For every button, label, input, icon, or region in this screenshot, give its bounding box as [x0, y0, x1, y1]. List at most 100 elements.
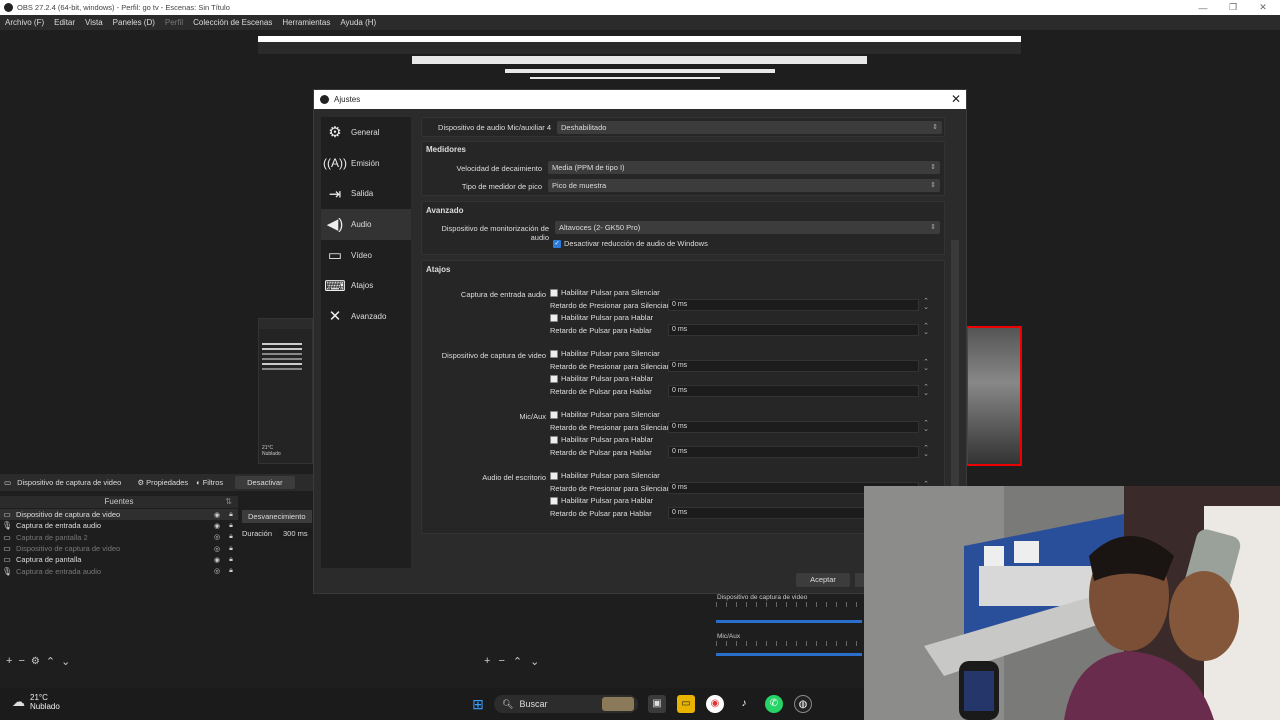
spinner-icon[interactable]: ⌃⌄ — [920, 298, 932, 311]
fade-select[interactable]: Desvanecimiento — [242, 510, 312, 523]
lock-icon[interactable]: 🔒︎ — [224, 556, 238, 564]
enable-talk-checkbox[interactable]: Habilitar Pulsar para Hablar — [550, 496, 653, 505]
list-item[interactable]: ▭ Dispositivo de captura de video ◉ 🔒︎ — [0, 509, 238, 521]
enable-talk-checkbox[interactable]: Habilitar Pulsar para Hablar — [550, 435, 653, 444]
talk-delay-input[interactable]: 0 ms ⌃⌄ — [668, 323, 929, 336]
nav-audio[interactable]: ◀) Audio — [321, 209, 411, 240]
menu-scene-collection[interactable]: Colección de Escenas — [188, 18, 277, 27]
add-icon[interactable]: + — [484, 655, 490, 667]
close-window-button[interactable]: ✕ — [1248, 0, 1278, 15]
move-up-icon[interactable]: ⌃ — [513, 655, 522, 668]
duration-input[interactable]: 300 ms — [279, 528, 312, 539]
spinner-icon[interactable]: ⌃⌄ — [920, 420, 932, 433]
mute-delay-input[interactable]: 0 ms ⌃⌄ — [668, 359, 929, 372]
spinner-icon[interactable]: ⌃⌄ — [920, 359, 932, 372]
list-item[interactable]: 🎙︎ Captura de entrada audio ◎ 🔒︎ — [0, 565, 238, 576]
close-icon[interactable]: ✕ — [951, 92, 961, 106]
filters-button[interactable]: ◐ Filtros — [192, 478, 227, 487]
nav-label: Emisión — [351, 158, 380, 168]
enable-mute-checkbox[interactable]: Habilitar Pulsar para Silenciar — [550, 288, 660, 297]
windows-start-icon[interactable]: ⊞ — [469, 695, 487, 713]
enable-talk-checkbox[interactable]: Habilitar Pulsar para Hablar — [550, 313, 653, 322]
sources-header-label: Fuentes — [104, 497, 134, 506]
mute-delay-input[interactable]: 0 ms ⌃⌄ — [668, 420, 929, 433]
deactivate-button[interactable]: Desactivar — [235, 476, 295, 489]
menu-edit[interactable]: Editar — [49, 18, 80, 27]
app-titlebar: OBS 27.2.4 (64-bit, windows) - Perfil: g… — [0, 0, 1280, 15]
lock-icon[interactable]: 🔒︎ — [224, 522, 238, 530]
peak-select[interactable]: Pico de muestra ⇕ — [548, 179, 940, 192]
weather-widget[interactable]: ☁ 21°C Nublado — [12, 693, 60, 711]
nav-hotkeys[interactable]: ⌨ Atajos — [321, 270, 411, 301]
minimize-button[interactable]: — — [1188, 0, 1218, 15]
eye-icon[interactable]: ◉ — [210, 511, 224, 519]
source-name: Captura de pantalla 2 — [16, 532, 88, 542]
mic-aux4-select[interactable]: Deshabilitado ⇕ — [557, 121, 942, 134]
taskbar-search[interactable]: 🔍︎ Buscar — [494, 695, 638, 713]
add-icon[interactable]: + — [6, 655, 12, 667]
remove-icon[interactable]: − — [18, 655, 24, 667]
lock-icon[interactable]: 🔒︎ — [224, 545, 238, 553]
properties-button[interactable]: ⚙ Propiedades — [133, 478, 192, 487]
spinner-icon[interactable]: ⌃⌄ — [920, 384, 932, 397]
move-up-icon[interactable]: ⌃ — [46, 655, 55, 668]
remove-icon[interactable]: − — [498, 655, 504, 667]
menu-help[interactable]: Ayuda (H) — [335, 18, 381, 27]
lock-icon[interactable]: 🔒︎ — [224, 511, 238, 519]
list-item[interactable]: ▭ Captura de pantalla 2 ◎ 🔒︎ — [0, 532, 238, 543]
menu-tools[interactable]: Herramientas — [277, 18, 335, 27]
gear-icon[interactable]: ⚙ — [31, 656, 40, 667]
nav-stream[interactable]: ((A)) Emisión — [321, 148, 411, 179]
spinner-icon[interactable]: ⌃⌄ — [920, 445, 932, 458]
tiktok-icon[interactable]: ♪ — [735, 695, 753, 713]
enable-mute-checkbox[interactable]: Habilitar Pulsar para Silenciar — [550, 471, 660, 480]
move-down-icon[interactable]: ⌄ — [530, 655, 539, 668]
menu-view[interactable]: Vista — [80, 18, 108, 27]
eye-icon[interactable]: ◉ — [210, 556, 224, 564]
lock-icon[interactable]: 🔒︎ — [224, 567, 238, 575]
volume-slider[interactable] — [716, 653, 862, 656]
duration-label: Duración — [242, 529, 273, 538]
monitor-device-select[interactable]: Altavoces (2- GK50 Pro) ⇕ — [555, 221, 940, 234]
talk-delay-input[interactable]: 0 ms ⌃⌄ — [668, 384, 929, 397]
eye-hidden-icon[interactable]: ◎ — [210, 567, 224, 575]
lock-icon[interactable]: 🔒︎ — [224, 533, 238, 541]
nav-output[interactable]: ⇥ Salida — [321, 178, 411, 209]
transitions-panel: Desvanecimiento Duración 300 ms — [242, 510, 312, 544]
talk-delay-input[interactable]: 0 ms ⌃⌄ — [668, 445, 929, 458]
eye-hidden-icon[interactable]: ◎ — [210, 533, 224, 541]
decay-select[interactable]: Media (PPM de tipo I) ⇕ — [548, 161, 940, 174]
menu-docks[interactable]: Paneles (D) — [108, 18, 160, 27]
preview-camera-source[interactable] — [966, 326, 1022, 466]
eye-icon[interactable]: ◉ — [210, 522, 224, 530]
enable-mute-checkbox[interactable]: Habilitar Pulsar para Silenciar — [550, 410, 660, 419]
nav-advanced[interactable]: ✕ Avanzado — [321, 301, 411, 332]
nav-label: General — [351, 127, 380, 137]
spinner-icon[interactable]: ⌃⌄ — [920, 323, 932, 336]
list-item[interactable]: 🎙︎ Captura de entrada audio ◉ 🔒︎ — [0, 520, 238, 531]
enable-talk-checkbox[interactable]: Habilitar Pulsar para Hablar — [550, 374, 653, 383]
gear-icon: ⚙ — [328, 124, 342, 142]
enable-mute-checkbox[interactable]: Habilitar Pulsar para Silenciar — [550, 349, 660, 358]
menu-profile[interactable]: Perfil — [160, 18, 188, 27]
nav-general[interactable]: ⚙ General — [321, 117, 411, 148]
list-item[interactable]: ▭ Captura de pantalla ◉ 🔒︎ — [0, 554, 238, 565]
nav-video[interactable]: ▭ Vídeo — [321, 240, 411, 271]
obs-taskbar-icon[interactable]: ◍ — [794, 695, 812, 713]
move-down-icon[interactable]: ⌄ — [61, 655, 70, 668]
volume-slider[interactable] — [716, 620, 862, 623]
file-explorer-icon[interactable]: ▭ — [677, 695, 695, 713]
chrome-icon[interactable]: ◉ — [706, 695, 724, 713]
task-view-icon[interactable]: ▣ — [648, 695, 666, 713]
ducking-checkbox[interactable]: ✓ Desactivar reducción de audio de Window… — [553, 239, 708, 248]
accept-button[interactable]: Aceptar — [796, 573, 850, 587]
mute-delay-input[interactable]: 0 ms ⌃⌄ — [668, 298, 929, 311]
sources-toolbar-bottom: + − ⚙ ⌃ ⌄ — [0, 654, 238, 668]
maximize-button[interactable]: ❐ — [1218, 0, 1248, 15]
list-item[interactable]: ▭ Dispositivo de captura de video ◎ 🔒︎ — [0, 543, 238, 554]
dock-menu-icon[interactable]: ⇅ — [225, 496, 232, 508]
delay-value: 0 ms — [672, 484, 688, 491]
menu-file[interactable]: Archivo (F) — [0, 18, 49, 27]
whatsapp-icon[interactable]: ✆ — [765, 695, 783, 713]
eye-hidden-icon[interactable]: ◎ — [210, 545, 224, 553]
